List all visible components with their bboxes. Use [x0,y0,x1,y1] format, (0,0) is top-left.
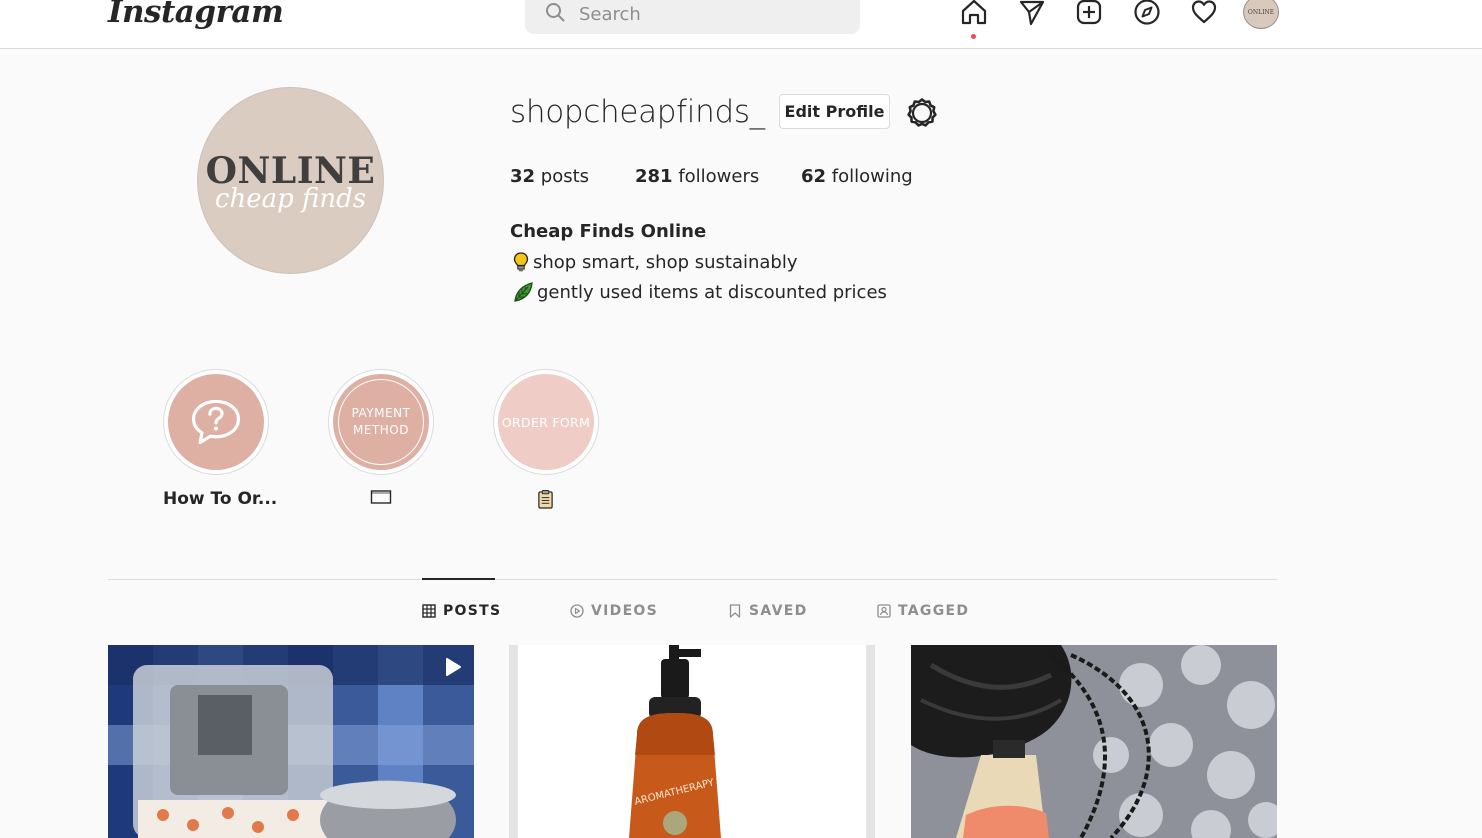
direct-message-icon[interactable] [1017,0,1047,28]
activity-heart-icon[interactable] [1189,0,1219,28]
highlight-order-form[interactable]: ORDER FORM [493,369,599,475]
post-thumbnail-1[interactable] [108,645,474,838]
following-count: 62 [801,166,827,187]
followers-count: 281 [635,166,673,187]
posts-stat: 32 posts [510,166,589,187]
tagged-icon [877,604,891,618]
highlight-label: How To Or... [163,489,278,509]
highlight-ring [338,379,424,465]
avatar-text: ONLINE [1247,8,1275,16]
profile-picture[interactable]: ONLINE cheap finds [197,87,384,274]
tab-videos[interactable]: VIDEOS [570,603,658,619]
tab-label: TAGGED [898,603,970,619]
tabs-divider [108,579,1277,580]
post-image: AROMATHERAPY [509,645,875,838]
notification-dot [971,34,976,39]
profile-picture-subtitle: cheap finds [214,184,367,214]
highlight-cover [168,374,264,470]
followers-label: followers [678,166,760,187]
tab-posts[interactable]: POSTS [422,603,501,619]
post-thumbnail-2[interactable]: AROMATHERAPY [509,645,875,838]
highlight-label-clipboard-icon [537,489,554,515]
home-icon[interactable] [959,0,989,28]
tab-saved[interactable]: SAVED [728,603,808,619]
light-bulb-icon [513,252,529,272]
tab-tagged[interactable]: TAGGED [877,603,969,619]
bio-text-1: shop smart, shop sustainably [533,251,798,273]
new-post-icon[interactable] [1074,0,1104,28]
bookmark-icon [729,604,741,618]
highlight-label-card-icon [370,489,392,510]
highlight-how-to-order[interactable] [163,369,269,475]
explore-icon[interactable] [1132,0,1162,28]
tab-label: SAVED [749,603,808,619]
post-thumbnail-3[interactable] [911,645,1277,838]
post-image [108,645,474,838]
active-tab-indicator [422,578,495,580]
search-icon [546,3,565,22]
play-circle-icon [570,604,584,618]
highlight-payment-method[interactable]: PAYMENT METHOD [328,369,434,475]
posts-label: posts [540,166,590,187]
profile-avatar[interactable]: ONLINE [1243,0,1279,29]
leaf-icon [514,282,533,302]
posts-count: 32 [510,166,536,187]
edit-profile-button[interactable]: Edit Profile [779,94,890,129]
tab-label: VIDEOS [591,603,659,619]
highlight-cover-text: ORDER FORM [501,414,591,430]
highlight-cover: PAYMENT METHOD [333,374,429,470]
video-play-icon [446,658,461,676]
instagram-logo[interactable]: Instagram [108,0,284,30]
profile-username: shopcheapfinds_ [510,94,765,130]
top-nav: Instagram ONLINE [0,0,1482,49]
followers-stat[interactable]: 281 followers [635,166,759,187]
search-input[interactable] [579,1,839,27]
card-icon [370,490,392,504]
settings-gear-icon[interactable] [905,96,939,130]
tab-label: POSTS [443,603,502,619]
search-box[interactable] [525,0,860,34]
post-image [911,645,1277,838]
bio-line-1: shop smart, shop sustainably [510,251,798,273]
bio-name: Cheap Finds Online [510,221,707,242]
following-label: following [831,166,913,187]
bio-line-2: gently used items at discounted prices [510,281,887,303]
bio-text-2: gently used items at discounted prices [537,281,887,303]
grid-icon [422,604,436,618]
question-bubble-icon [192,399,240,445]
highlight-cover: ORDER FORM [498,374,594,470]
following-stat[interactable]: 62 following [801,166,913,187]
clipboard-icon [538,490,553,509]
